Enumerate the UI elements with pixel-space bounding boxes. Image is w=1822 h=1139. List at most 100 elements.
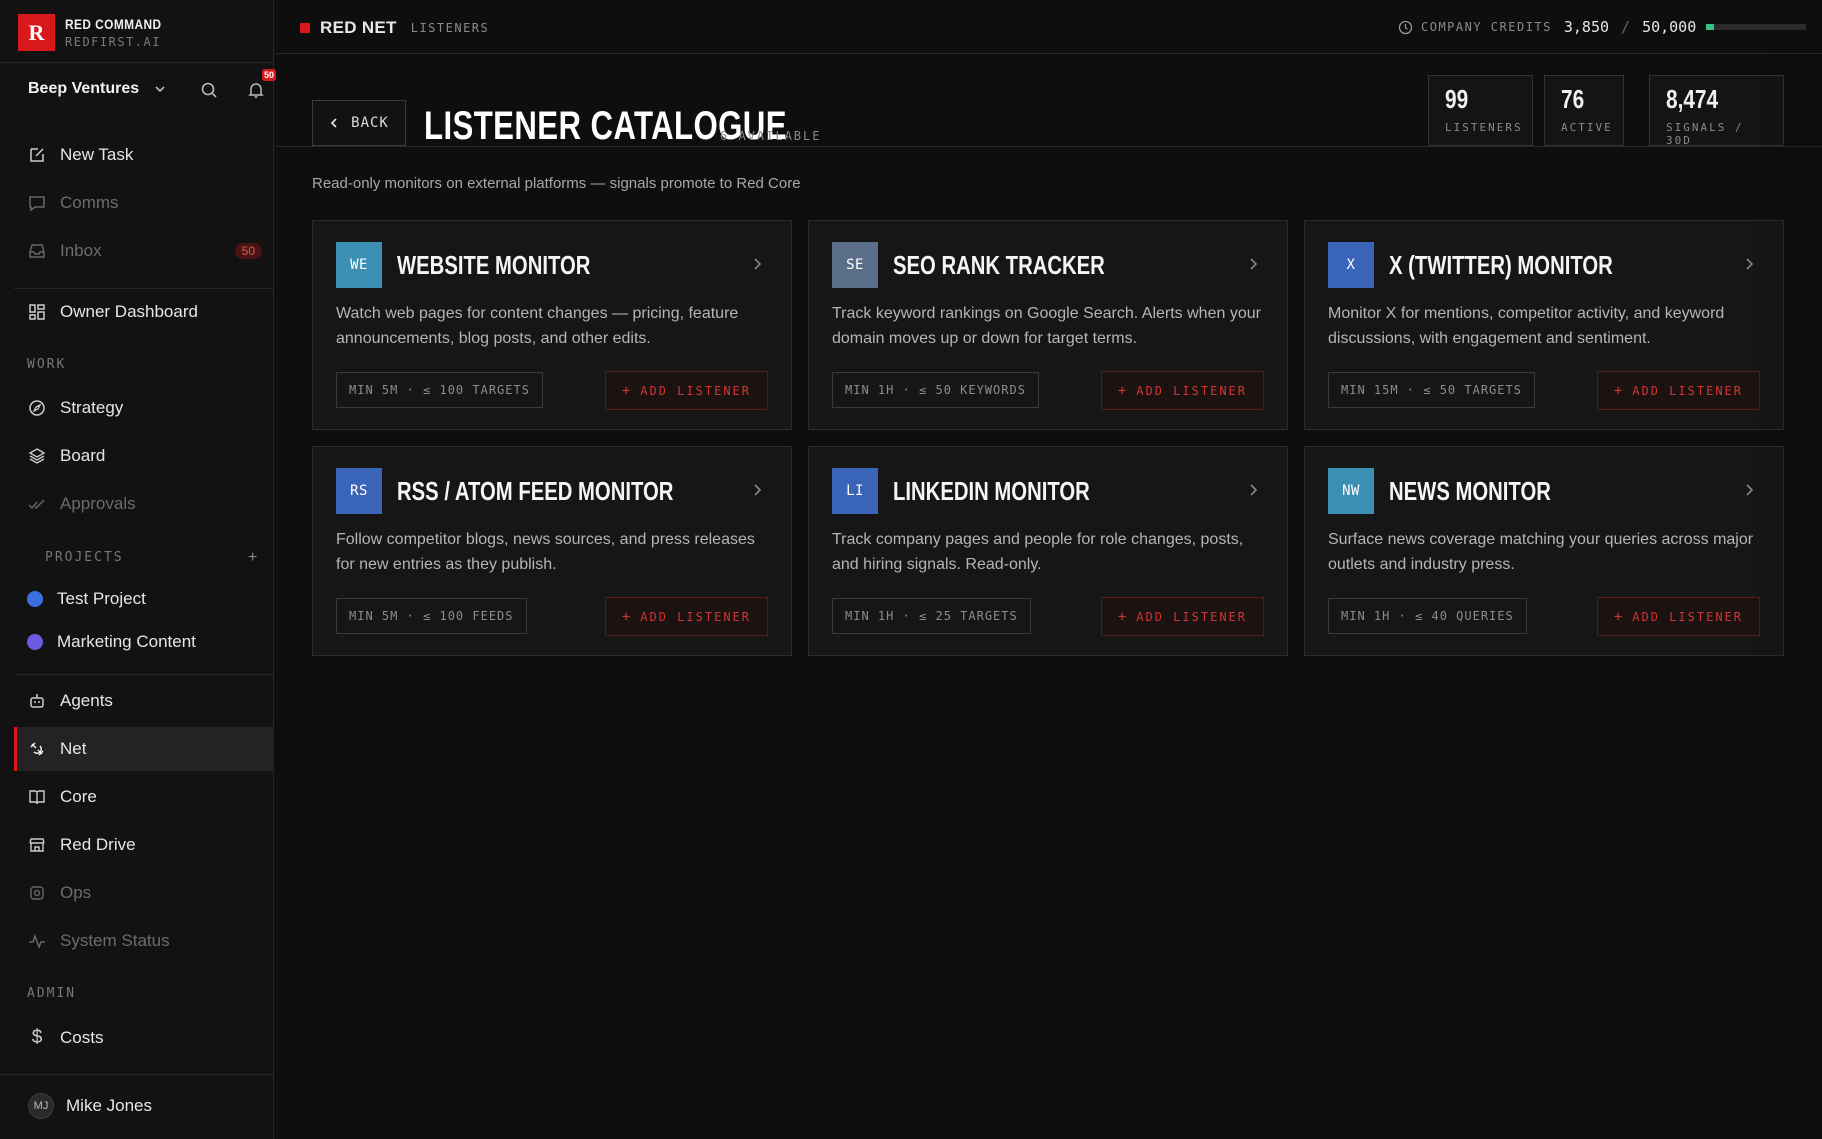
nav-inbox[interactable]: Inbox 50 <box>14 229 274 273</box>
project-item[interactable]: Test Project <box>27 589 146 609</box>
chevron-right-icon[interactable] <box>751 483 763 497</box>
listener-title: X (TWITTER) MONITOR <box>1389 250 1613 280</box>
workspace-switcher[interactable]: Beep Ventures <box>28 80 258 98</box>
nav-label: Strategy <box>60 398 124 417</box>
listener-card[interactable]: LI LINKEDIN MONITOR Track company pages … <box>808 446 1288 656</box>
chevron-down-icon <box>155 86 165 93</box>
nav-label: Net <box>60 739 87 758</box>
project-color-dot <box>27 591 43 607</box>
credits-progress-fill <box>1706 24 1714 30</box>
user-menu[interactable]: MJ Mike Jones <box>28 1093 152 1119</box>
search-icon[interactable] <box>200 81 218 99</box>
nav-label: Ops <box>60 883 92 902</box>
nav-label: Agents <box>60 691 113 710</box>
listener-card[interactable]: RS RSS / ATOM FEED MONITOR Follow compet… <box>312 446 792 656</box>
add-listener-button[interactable]: + ADD LISTENER <box>604 597 768 636</box>
credits-used: 3,850 <box>1563 18 1610 36</box>
edit-icon <box>28 146 46 164</box>
nav-costs[interactable]: $ Costs <box>14 1016 274 1060</box>
brand[interactable]: R RED COMMAND REDFIRST.AI <box>18 14 179 51</box>
nav-system-status[interactable]: System Status <box>14 919 274 963</box>
notification-badge: 50 <box>262 69 277 81</box>
nav-owner-dashboard[interactable]: Owner Dashboard <box>14 290 274 334</box>
plus-icon: + <box>1613 382 1625 399</box>
topbar: RED NET LISTENERS COMPANY CREDITS 3,850 … <box>275 0 1822 54</box>
brand-logo: R <box>18 14 55 51</box>
project-item[interactable]: Marketing Content <box>27 632 196 652</box>
breadcrumb: RED NET LISTENERS <box>300 18 489 38</box>
add-listener-label: ADD LISTENER <box>1136 609 1247 624</box>
back-button[interactable]: BACK <box>312 100 406 146</box>
nav-red-drive[interactable]: Red Drive <box>14 823 274 867</box>
credits-icon <box>1398 20 1413 34</box>
listener-description: Follow competitor blogs, news sources, a… <box>336 531 755 573</box>
avatar: MJ <box>28 1093 54 1119</box>
divider <box>14 288 274 289</box>
add-listener-button[interactable]: + ADD LISTENER <box>1100 597 1264 636</box>
back-label: BACK <box>351 115 389 131</box>
bell-icon[interactable] <box>247 81 265 99</box>
listener-card[interactable]: NW NEWS MONITOR Surface news coverage ma… <box>1304 446 1784 656</box>
nav-new-task[interactable]: New Task <box>14 133 274 177</box>
section-projects: PROJECTS <box>45 550 124 565</box>
nav-core[interactable]: Core <box>14 775 274 819</box>
plus-icon: + <box>1613 608 1625 625</box>
chevron-left-icon <box>330 118 337 128</box>
nav-label: New Task <box>60 145 134 164</box>
listener-description: Surface news coverage matching your quer… <box>1328 531 1754 573</box>
nav-strategy[interactable]: Strategy <box>14 386 274 430</box>
inbox-count-badge: 50 <box>234 243 262 259</box>
nav-comms[interactable]: Comms <box>14 181 274 225</box>
credits-separator: / <box>1621 18 1631 36</box>
chevron-right-icon[interactable] <box>1247 257 1259 271</box>
nav-agents[interactable]: Agents <box>14 679 274 723</box>
chevron-right-icon[interactable] <box>1247 483 1259 497</box>
add-listener-button[interactable]: + ADD LISTENER <box>1596 597 1760 636</box>
nav-ops[interactable]: Ops <box>14 871 274 915</box>
dollar-icon: $ <box>31 1027 43 1048</box>
chat-icon <box>28 194 46 212</box>
breadcrumb-section[interactable]: RED NET <box>320 18 397 38</box>
listener-card[interactable]: SE SEO RANK TRACKER Track keyword rankin… <box>808 220 1288 430</box>
add-listener-button[interactable]: + ADD LISTENER <box>1596 371 1760 410</box>
nav-label: Owner Dashboard <box>60 302 198 321</box>
stat-label: ACTIVE <box>1561 121 1613 134</box>
stat-active: 76 ACTIVE <box>1544 75 1624 146</box>
workspace-name: Beep Ventures <box>28 80 140 97</box>
listener-description: Monitor X for mentions, competitor activ… <box>1328 305 1725 347</box>
divider <box>0 62 274 63</box>
brand-name: RED COMMAND <box>65 16 162 32</box>
nav-approvals[interactable]: Approvals <box>14 482 274 526</box>
listener-title: SEO RANK TRACKER <box>893 250 1105 280</box>
gear-icon <box>28 884 46 902</box>
listener-type-icon: SE <box>832 242 878 288</box>
add-listener-label: ADD LISTENER <box>640 383 751 398</box>
add-listener-label: ADD LISTENER <box>1632 609 1743 624</box>
listener-limits: MIN 5M · ≤ 100 TARGETS <box>336 372 543 408</box>
listener-card[interactable]: X X (TWITTER) MONITOR Monitor X for ment… <box>1304 220 1784 430</box>
satellite-icon <box>28 740 46 758</box>
compass-icon <box>28 399 46 417</box>
add-project-button[interactable]: + <box>248 549 257 567</box>
nav-net[interactable]: Net <box>14 727 274 771</box>
add-listener-button[interactable]: + ADD LISTENER <box>604 371 768 410</box>
nav-label: Inbox <box>60 241 102 260</box>
chevron-right-icon[interactable] <box>751 257 763 271</box>
plus-icon: + <box>621 608 633 625</box>
divider <box>0 1074 274 1075</box>
plus-icon: + <box>1117 382 1129 399</box>
listener-card[interactable]: WE WEBSITE MONITOR Watch web pages for c… <box>312 220 792 430</box>
add-listener-button[interactable]: + ADD LISTENER <box>1100 371 1264 410</box>
plus-icon: + <box>1117 608 1129 625</box>
nav-label: Comms <box>60 193 119 212</box>
nav-label: Board <box>60 446 106 465</box>
nav-board[interactable]: Board <box>14 434 274 478</box>
credits-total: 50,000 <box>1642 18 1697 36</box>
listener-limits: MIN 15M · ≤ 50 TARGETS <box>1328 372 1535 408</box>
layers-icon <box>28 447 46 465</box>
nav-label: Core <box>60 787 97 806</box>
section-work: WORK <box>27 357 67 372</box>
available-count: 6 AVAILABLE <box>720 129 822 143</box>
listener-type-icon: LI <box>832 468 878 514</box>
project-name: Marketing Content <box>57 632 196 651</box>
